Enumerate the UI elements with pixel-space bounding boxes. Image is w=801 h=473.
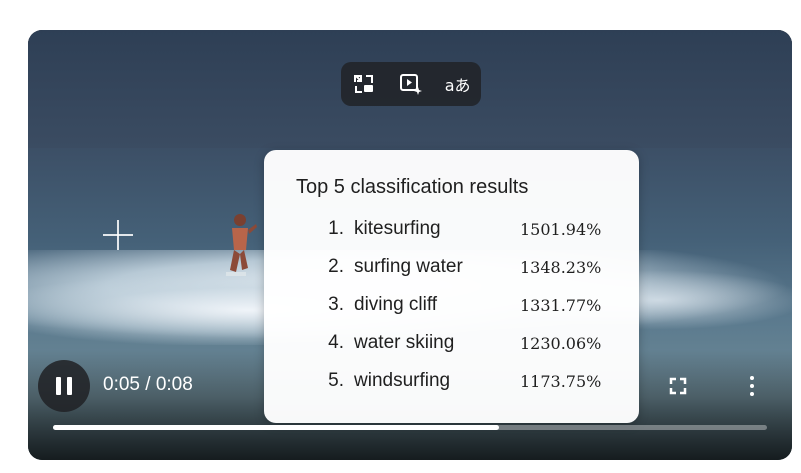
result-label: diving cliff bbox=[354, 294, 438, 315]
result-rank: 4. bbox=[328, 332, 344, 353]
result-row: 2. surfing water 1348.23% bbox=[264, 256, 639, 286]
more-vert-icon bbox=[750, 376, 754, 380]
result-rank: 3. bbox=[328, 294, 344, 315]
result-label: kitesurfing bbox=[354, 218, 441, 239]
picture-in-picture-exit-icon[interactable] bbox=[349, 69, 379, 99]
crosshair-cursor-icon bbox=[103, 220, 133, 250]
result-rank: 1. bbox=[328, 218, 344, 239]
result-label: water skiing bbox=[354, 332, 455, 353]
progress-bar[interactable] bbox=[53, 425, 767, 430]
translate-glyph: aあ bbox=[444, 76, 471, 95]
more-options-button[interactable] bbox=[742, 370, 762, 402]
time-display: 0:05 / 0:08 bbox=[103, 374, 193, 395]
result-score: 1331.77% bbox=[520, 296, 602, 315]
translate-icon[interactable]: aあ bbox=[443, 69, 473, 99]
result-row: 4. water skiing 1230.06% bbox=[264, 332, 639, 362]
video-player[interactable]: aあ Top 5 classification results 1. kites… bbox=[28, 30, 792, 460]
result-score: 1230.06% bbox=[520, 334, 602, 353]
result-score: 1501.94% bbox=[520, 220, 602, 239]
pause-icon bbox=[56, 377, 61, 395]
result-row: 3. diving cliff 1331.77% bbox=[264, 294, 639, 324]
progress-fill bbox=[53, 425, 500, 430]
player-controls: 0:05 / 0:08 bbox=[28, 360, 792, 460]
results-title: Top 5 classification results bbox=[296, 176, 529, 198]
fullscreen-icon bbox=[669, 377, 687, 395]
surfer-figure bbox=[226, 214, 257, 276]
pause-button[interactable] bbox=[38, 360, 90, 412]
video-sparkle-icon[interactable] bbox=[396, 69, 426, 99]
result-label: surfing water bbox=[354, 256, 463, 277]
fullscreen-button[interactable] bbox=[664, 372, 692, 400]
result-rank: 2. bbox=[328, 256, 344, 277]
top-toolbar: aあ bbox=[341, 62, 481, 106]
result-row: 1. kitesurfing 1501.94% bbox=[264, 218, 639, 248]
result-score: 1348.23% bbox=[520, 258, 602, 277]
